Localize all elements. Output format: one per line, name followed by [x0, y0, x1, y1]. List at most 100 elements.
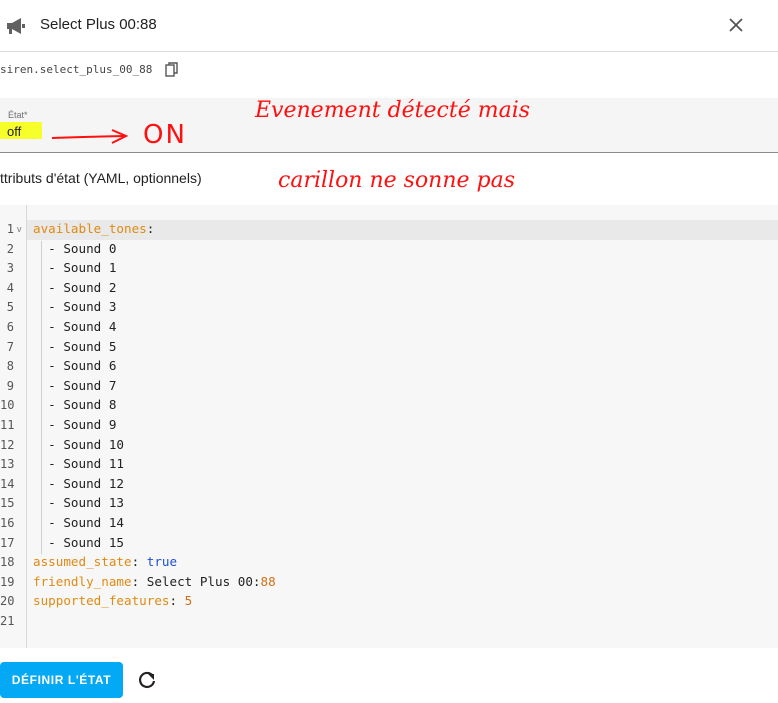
yaml-list-item: Sound 11: [63, 456, 125, 472]
line-number: 16: [0, 516, 15, 530]
yaml-list-marker: -: [33, 515, 64, 530]
yaml-value: 5: [184, 593, 193, 609]
fold-chevron-icon[interactable]: v: [17, 224, 25, 234]
yaml-list-item: Sound 14: [63, 515, 125, 530]
yaml-list-marker: -: [33, 299, 64, 315]
yaml-key: assumed_state: [33, 554, 132, 570]
set-state-button[interactable]: DÉFINIR L'ÉTAT: [0, 662, 123, 698]
line-number: 3: [6, 261, 14, 276]
line-number: 11: [0, 418, 15, 432]
line-number: 18: [0, 555, 15, 570]
yaml-editor[interactable]: 1 v 2 3 4 5 6 7 8 9 10 11 12 13 14 15 16 17 18 19 20 21 avail…: [0, 205, 778, 648]
entity-id-row: siren.select_plus_00_88: [0, 53, 778, 98]
yaml-list-item: Sound 4: [63, 319, 117, 334]
yaml-list-marker: -: [33, 358, 64, 374]
code-line[interactable]: assumed_state: true: [33, 554, 177, 569]
code-line[interactable]: - Sound 9: [33, 417, 116, 432]
yaml-separator: :: [252, 573, 261, 589]
dialog-header: Select Plus 00:88: [0, 0, 778, 52]
yaml-list-marker: -: [33, 279, 64, 295]
line-number: 15: [0, 496, 15, 511]
yaml-key: supported_features: [33, 593, 170, 609]
line-number: 19: [0, 574, 15, 589]
yaml-separator: :: [131, 554, 147, 570]
line-number: 2: [6, 241, 14, 256]
line-number: 20: [0, 594, 15, 609]
code-line[interactable]: - Sound 2: [33, 280, 116, 295]
annotation-on: ON: [143, 120, 187, 150]
line-number-gutter: 1 v 2 3 4 5 6 7 8 9 10 11 12 13 14 15 16 17 18 19 20 21: [0, 205, 27, 648]
copy-icon[interactable]: [165, 62, 179, 78]
code-line[interactable]: - Sound 13: [33, 495, 124, 510]
yaml-list-item: Sound 5: [63, 338, 117, 354]
code-line[interactable]: - Sound 1: [33, 260, 116, 275]
yaml-value: 88: [260, 573, 276, 589]
yaml-separator: :: [146, 221, 155, 236]
line-number: 4: [6, 280, 14, 295]
yaml-list-item: Sound 3: [63, 299, 117, 315]
line-number: 7: [6, 339, 14, 354]
line-number: 1: [6, 222, 14, 236]
yaml-list-marker: -: [33, 456, 64, 472]
line-number: 10: [0, 398, 15, 413]
yaml-list-marker: -: [33, 397, 64, 413]
annotation-line-1: Evenement détecté mais: [255, 98, 531, 123]
yaml-list-item: Sound 7: [63, 377, 117, 393]
yaml-list-item: Sound 10: [63, 436, 125, 452]
state-value-input[interactable]: off: [7, 124, 21, 139]
yaml-separator: :: [131, 573, 147, 589]
yaml-list-item: Sound 15: [63, 534, 125, 550]
line-number: 21: [0, 614, 15, 628]
annotation-line-2: carillon ne sonne pas: [278, 168, 516, 193]
yaml-list-item: Sound 6: [63, 358, 117, 374]
code-line[interactable]: available_tones:: [33, 221, 154, 236]
code-line[interactable]: - Sound 0: [33, 241, 116, 256]
yaml-separator: :: [169, 593, 185, 609]
line-number: 12: [0, 437, 15, 452]
yaml-list-item: Sound 12: [63, 475, 125, 491]
yaml-list-marker: -: [33, 475, 64, 491]
yaml-value: true: [146, 554, 178, 570]
line-number: 17: [0, 535, 15, 550]
line-number: 9: [6, 378, 14, 393]
annotation-arrow: [51, 129, 129, 144]
yaml-list-item: Sound 9: [63, 417, 117, 432]
yaml-list-item: Sound 0: [63, 240, 117, 256]
state-label: État*: [8, 110, 28, 120]
code-line[interactable]: - Sound 14: [33, 515, 124, 530]
code-line[interactable]: - Sound 7: [33, 378, 116, 393]
attributes-label: ttributs d'état (YAML, optionnels): [0, 170, 202, 186]
code-line[interactable]: - Sound 12: [33, 476, 124, 491]
yaml-list-marker: -: [33, 240, 64, 256]
line-number: 13: [0, 457, 15, 472]
yaml-list-item: Sound 1: [63, 260, 117, 276]
code-line[interactable]: - Sound 11: [33, 456, 124, 471]
yaml-list-marker: -: [33, 417, 64, 432]
line-number: 5: [6, 300, 14, 315]
yaml-list-marker: -: [33, 534, 64, 550]
code-line[interactable]: - Sound 8: [33, 397, 116, 412]
yaml-list-item: Sound 8: [63, 397, 117, 413]
refresh-icon[interactable]: [137, 670, 157, 690]
code-line[interactable]: - Sound 4: [33, 319, 116, 334]
code-line[interactable]: friendly_name: Select Plus 00:88: [33, 574, 276, 589]
line-number: 6: [6, 320, 14, 334]
yaml-key: friendly_name: [33, 573, 132, 589]
line-number: 14: [0, 476, 15, 491]
code-line[interactable]: - Sound 6: [33, 358, 116, 373]
code-line[interactable]: supported_features: 5: [33, 593, 192, 608]
code-line[interactable]: - Sound 10: [33, 437, 124, 452]
code-line[interactable]: - Sound 5: [33, 339, 116, 354]
yaml-list-marker: -: [33, 436, 64, 452]
entity-id: siren.select_plus_00_88: [0, 63, 153, 76]
yaml-list-item: Sound 2: [63, 279, 117, 295]
line-number: 8: [6, 359, 14, 374]
yaml-list-marker: -: [33, 260, 64, 276]
yaml-list-marker: -: [33, 319, 64, 334]
close-icon[interactable]: [726, 15, 746, 35]
yaml-list-marker: -: [33, 338, 64, 354]
yaml-list-marker: -: [33, 377, 64, 393]
speaker-icon: [7, 18, 25, 34]
code-line[interactable]: - Sound 3: [33, 299, 116, 314]
code-line[interactable]: - Sound 15: [33, 535, 124, 550]
